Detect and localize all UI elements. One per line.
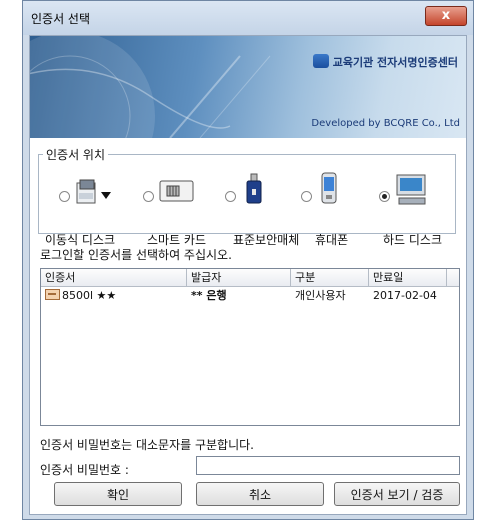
window-title: 인증서 선택 — [31, 12, 91, 26]
password-field[interactable] — [196, 456, 460, 475]
column-header-issuer[interactable]: 발급자 — [187, 269, 291, 286]
certificate-location-group: 인증서 위치 이동식 디스크 스마트 카드 표준보안매체 휴대폰 하드 디스크 — [38, 146, 456, 247]
case-sensitivity-note: 인증서 비밀번호는 대소문자를 구분합니다. — [40, 438, 254, 452]
certificate-dialog: 인증서 선택 x 교육기관 전자서명인증센터 Developed by BCQR… — [22, 0, 474, 520]
title-bar[interactable]: 인증서 선택 x — [23, 1, 473, 35]
cell-type: 개인사용자 — [295, 289, 346, 302]
close-button[interactable]: x — [425, 6, 467, 26]
cell-expiry: 2017-02-04 — [373, 289, 437, 302]
cell-issuer: ** 은행 — [191, 289, 227, 302]
hard-disk-icon — [396, 174, 426, 205]
mobile-phone-icon — [321, 172, 337, 204]
certificate-list[interactable]: 인증서 발급자 구분 만료일 8500l ★★ ** 은행 개인사용자 2017… — [40, 268, 460, 426]
developer-credit: Developed by BCQRE Co., Ltd — [311, 118, 460, 129]
radio-hard-disk[interactable] — [379, 191, 390, 202]
smart-card-icon — [159, 180, 194, 202]
brand-name: 교육기관 전자서명인증센터 — [332, 56, 458, 69]
certificate-list-header: 인증서 발급자 구분 만료일 — [41, 269, 459, 287]
column-header-certificate[interactable]: 인증서 — [41, 269, 187, 286]
certificate-icon — [45, 289, 60, 300]
cell-certificate: 8500l ★★ — [41, 288, 187, 304]
brand-label: 교육기관 전자서명인증센터 — [312, 54, 458, 70]
location-legend: 인증서 위치 — [46, 148, 106, 162]
column-header-type[interactable]: 구분 — [291, 269, 369, 286]
header-banner: 교육기관 전자서명인증센터 Developed by BCQRE Co., Lt… — [30, 36, 466, 138]
confirm-button[interactable]: 확인 — [54, 482, 182, 506]
password-label: 인증서 비밀번호 : — [40, 463, 129, 477]
device-label-mobile-phone: 휴대폰 — [315, 233, 349, 247]
dialog-body: 교육기관 전자서명인증센터 Developed by BCQRE Co., Lt… — [29, 35, 467, 515]
cancel-button[interactable]: 취소 — [196, 482, 324, 506]
radio-removable-disk[interactable] — [59, 191, 70, 202]
radio-smart-card[interactable] — [143, 191, 154, 202]
view-certificate-button[interactable]: 인증서 보기 / 검증 — [334, 482, 460, 506]
removable-disk-icon — [76, 179, 111, 204]
brand-logo-icon — [312, 54, 329, 68]
device-label-hard-disk: 하드 디스크 — [383, 233, 443, 247]
certificate-name: 8500l ★★ — [62, 289, 117, 302]
column-header-expiry[interactable]: 만료일 — [369, 269, 447, 286]
table-row[interactable]: 8500l ★★ ** 은행 개인사용자 2017-02-04 — [41, 288, 459, 304]
security-token-icon — [246, 173, 262, 204]
select-instruction: 로그인할 인증서를 선택하여 주십시오. — [40, 248, 232, 262]
radio-security-token[interactable] — [225, 191, 236, 202]
device-label-security-token: 표준보안매체 — [233, 233, 300, 247]
radio-mobile-phone[interactable] — [301, 191, 312, 202]
